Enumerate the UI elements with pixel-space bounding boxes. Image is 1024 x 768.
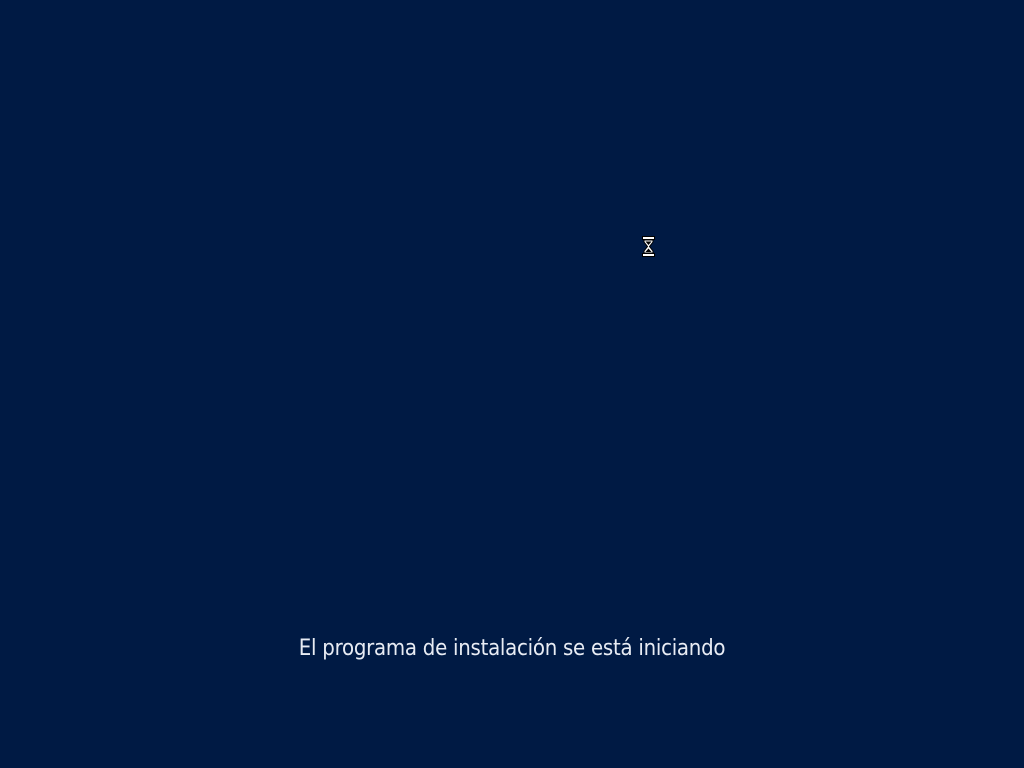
setup-screen: El programa de instalación se está inici… (0, 0, 1024, 768)
hourglass-icon (642, 236, 655, 257)
setup-status-text: El programa de instalación se está inici… (298, 636, 726, 661)
